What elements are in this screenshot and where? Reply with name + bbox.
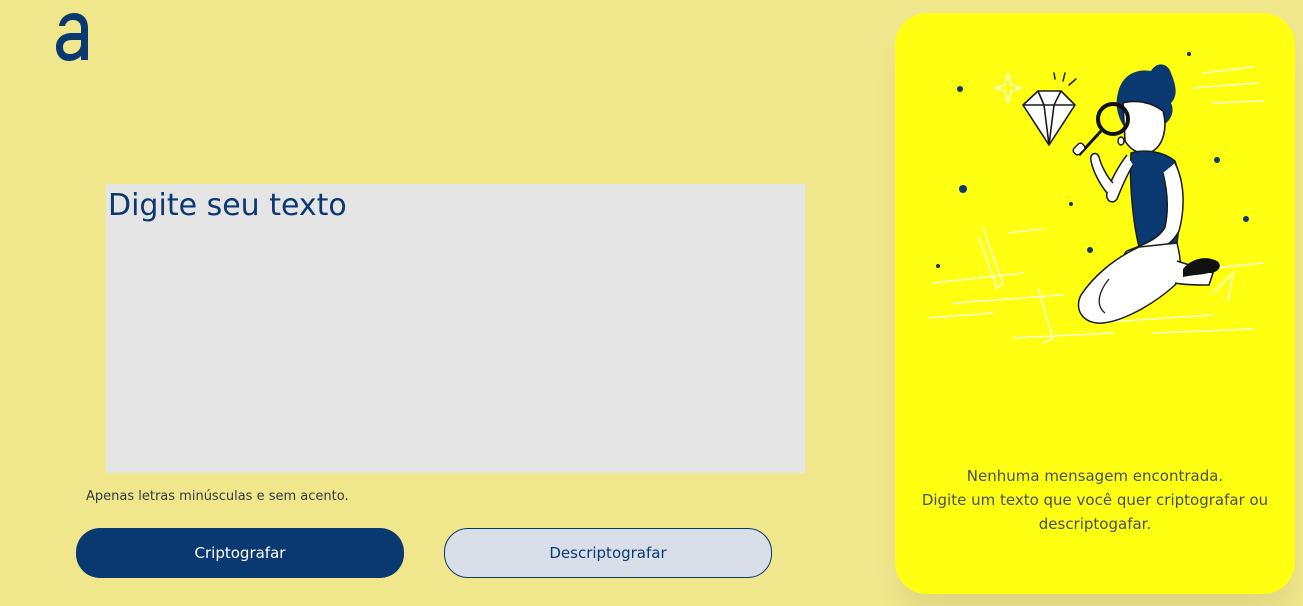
output-title: Nenhuma mensagem encontrada. bbox=[966, 467, 1224, 485]
no-message-illustration bbox=[927, 52, 1264, 344]
message-input[interactable] bbox=[106, 184, 805, 473]
input-hint: Apenas letras minúsculas e sem acento. bbox=[86, 489, 349, 504]
encrypt-button[interactable]: Criptografar bbox=[76, 528, 404, 578]
output-subtitle: Digite um texto que você quer criptograf… bbox=[921, 491, 1269, 533]
input-hint-text: Apenas letras minúsculas e sem acento. bbox=[86, 489, 349, 504]
output-message: Nenhuma mensagem encontrada. Digite um t… bbox=[895, 464, 1295, 536]
output-panel: Nenhuma mensagem encontrada. Digite um t… bbox=[895, 13, 1295, 594]
logo-icon[interactable] bbox=[52, 10, 92, 64]
decrypt-button[interactable]: Descriptografar bbox=[444, 528, 772, 578]
